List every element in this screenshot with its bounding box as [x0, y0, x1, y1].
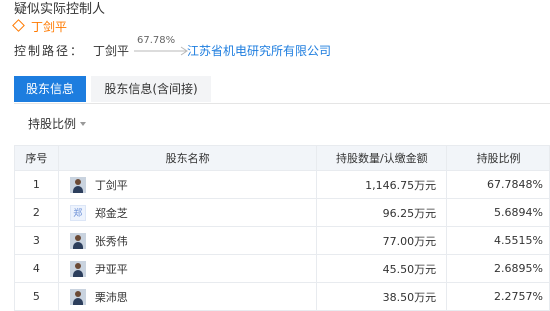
table-row: 3 张秀伟 77.00万元 4.5515%	[14, 226, 550, 255]
avatar	[69, 232, 86, 249]
shareholder-cell: 丁剑平	[57, 170, 317, 199]
shareholder-table: 序号 股东名称 持股数量/认缴金额 持股比例 1 丁剑平 1,146.75万元 …	[14, 145, 550, 311]
shareholding-amount: 1,146.75万元	[315, 170, 448, 199]
shareholding-percent: 4.5515%	[446, 226, 550, 255]
shareholding-amount: 38.50万元	[315, 282, 448, 311]
shareholder-tabs: 股东信息 股东信息(含间接)	[14, 76, 550, 104]
avatar	[69, 288, 86, 305]
shareholder-name-link[interactable]: 张秀伟	[95, 233, 128, 249]
column-header-percent: 持股比例	[446, 145, 550, 171]
avatar	[69, 260, 86, 277]
shareholder-name-link[interactable]: 丁剑平	[95, 177, 128, 193]
row-index: 3	[14, 226, 59, 255]
tab-shareholder-info[interactable]: 股东信息	[14, 76, 86, 102]
column-header-index: 序号	[14, 145, 59, 171]
section-title: 疑似实际控制人	[14, 2, 106, 17]
shareholding-percent: 2.6895%	[446, 254, 550, 283]
table-row: 2 郑 郑金芝 96.25万元 5.6894%	[14, 198, 550, 227]
controller-person-name[interactable]: 丁剑平	[31, 20, 67, 34]
shareholder-name-link[interactable]: 郑金芝	[95, 205, 128, 221]
avatar	[69, 176, 86, 193]
row-index: 1	[14, 170, 59, 199]
table-header-row: 序号 股东名称 持股数量/认缴金额 持股比例	[14, 145, 550, 171]
shareholder-cell: 张秀伟	[57, 226, 317, 255]
control-path-label: 控制路径：	[14, 44, 85, 58]
row-index: 2	[14, 198, 59, 227]
shareholding-amount: 96.25万元	[315, 198, 448, 227]
table-row: 4 尹亚平 45.50万元 2.6895%	[14, 254, 550, 283]
shareholder-name-link[interactable]: 尹亚平	[95, 261, 128, 277]
shareholder-cell: 郑 郑金芝	[57, 198, 317, 227]
controller-person[interactable]: 丁剑平	[12, 18, 67, 35]
shareholding-percent: 2.2757%	[446, 282, 550, 311]
table-row: 5 栗沛思 38.50万元 2.2757%	[14, 282, 550, 311]
shareholder-name-link[interactable]: 栗沛思	[95, 289, 128, 305]
avatar: 郑	[69, 204, 86, 221]
control-path-company-link[interactable]: 江苏省机电研究所有限公司	[187, 42, 331, 59]
diamond-icon	[12, 19, 25, 32]
caret-down-icon	[80, 122, 87, 126]
shareholding-percent: 5.6894%	[446, 198, 550, 227]
column-header-amount: 持股数量/认缴金额	[315, 145, 448, 171]
row-index: 5	[14, 282, 59, 311]
arrow-right-icon	[134, 46, 188, 56]
column-header-name: 股东名称	[57, 145, 317, 171]
row-index: 4	[14, 254, 59, 283]
control-path-from[interactable]: 丁剑平	[93, 42, 129, 59]
shareholder-cell: 栗沛思	[57, 282, 317, 311]
shareholding-amount: 45.50万元	[315, 254, 448, 283]
sort-dropdown-label: 持股比例	[28, 117, 77, 131]
tab-shareholder-info-indirect[interactable]: 股东信息(含间接)	[91, 76, 211, 102]
shareholder-cell: 尹亚平	[57, 254, 317, 283]
shareholding-percent: 67.7848%	[446, 170, 550, 199]
table-row: 1 丁剑平 1,146.75万元 67.7848%	[14, 170, 550, 199]
sort-by-shareholding-dropdown[interactable]: 持股比例	[28, 115, 87, 132]
shareholding-amount: 77.00万元	[315, 226, 448, 255]
